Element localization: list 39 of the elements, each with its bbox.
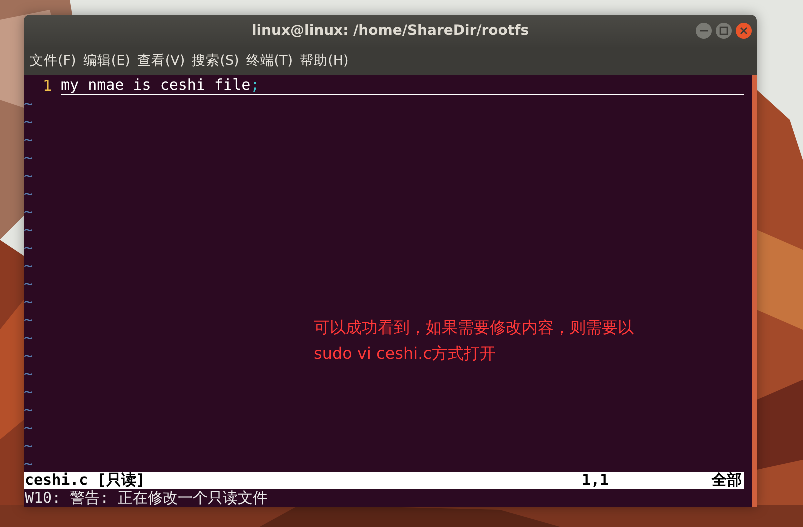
empty-line-marker: ~: [24, 131, 34, 149]
empty-line-marker: ~: [24, 419, 34, 437]
menu-item[interactable]: 帮助(H): [300, 52, 349, 70]
menu-item[interactable]: 编辑(E): [83, 52, 130, 70]
empty-line-marker: ~: [24, 401, 34, 419]
empty-line-marker: ~: [24, 221, 34, 239]
scroll-indicator: 全部: [712, 472, 743, 489]
warning-message: W10: 警告: 正在修改一个只读文件: [24, 489, 270, 507]
empty-line-marker: ~: [24, 383, 34, 401]
empty-line-marker: ~: [24, 239, 34, 257]
empty-line-marker: ~: [24, 437, 34, 455]
menu-item[interactable]: 查看(V): [137, 52, 186, 70]
menu-item[interactable]: 终端(T): [246, 52, 294, 70]
menu-item[interactable]: 文件(F): [30, 52, 76, 70]
empty-line-marker: ~: [24, 257, 34, 275]
annotation-text: sudo vi ceshi.c方式打开: [314, 343, 497, 365]
empty-line-marker: ~: [24, 185, 34, 203]
menu-item[interactable]: 搜索(S): [192, 52, 240, 70]
cursor-position: 1,1: [582, 472, 610, 489]
empty-line-marker: ~: [24, 167, 34, 185]
file-name: ceshi.c [只读]: [25, 472, 146, 489]
empty-line-marker: ~: [24, 95, 34, 113]
minimize-icon[interactable]: [695, 22, 713, 40]
empty-line-marker: ~: [24, 329, 34, 347]
code-line: my nmae is ceshi file;: [61, 77, 744, 95]
maximize-icon[interactable]: [715, 22, 733, 40]
empty-line-marker: ~: [24, 275, 34, 293]
line-number: 1: [42, 77, 52, 95]
close-icon[interactable]: [735, 22, 753, 40]
empty-line-marker: ~: [24, 203, 34, 221]
annotation-text: 可以成功看到，如果需要修改内容，则需要以: [314, 317, 634, 339]
empty-line-marker: ~: [24, 293, 34, 311]
empty-line-marker: ~: [24, 365, 34, 383]
empty-line-marker: ~: [24, 455, 34, 473]
window-title: linux@linux: /home/ShareDir/rootfs: [252, 23, 530, 39]
empty-line-marker: ~: [24, 149, 34, 167]
empty-line-marker: ~: [24, 113, 34, 131]
empty-line-marker: ~: [24, 347, 34, 365]
empty-line-marker: ~: [24, 311, 34, 329]
